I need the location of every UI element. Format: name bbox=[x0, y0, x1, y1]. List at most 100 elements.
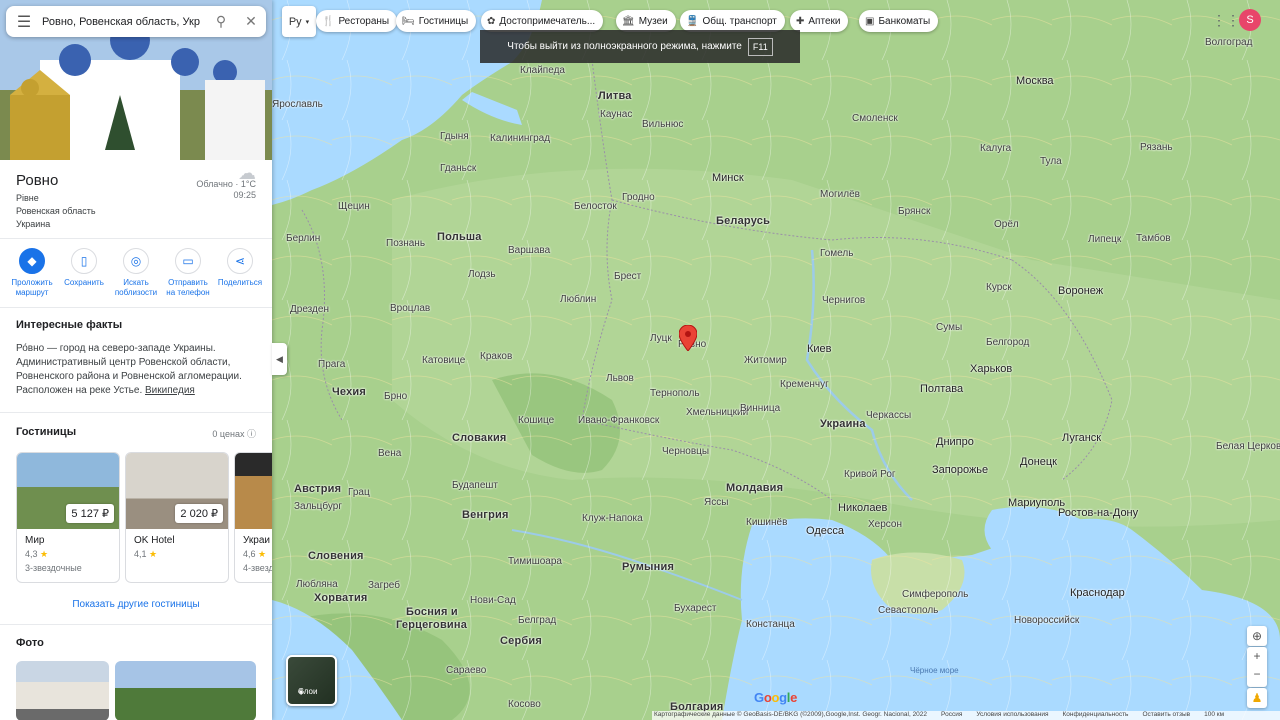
hotel-price: 5 127 ₽ bbox=[66, 504, 114, 523]
chip-museums[interactable]: 🏛 Музеи bbox=[616, 10, 676, 32]
directions-button[interactable]: ◆ Проложить маршрут bbox=[7, 248, 57, 298]
search-input[interactable]: Ровно, Ровенская область, Укр bbox=[42, 16, 206, 28]
send-to-phone-button[interactable]: ▭ Отправить на телефон bbox=[163, 248, 213, 298]
action-label: Отправить bbox=[168, 278, 208, 287]
map-footer: Картографические данные © GeoBasis-DE/BK… bbox=[652, 711, 1280, 720]
map-label-city: Бухарест bbox=[674, 603, 717, 614]
star-icon: ★ bbox=[149, 549, 158, 559]
map-label-city: Рязань bbox=[1140, 142, 1173, 153]
layers-button[interactable]: ◈ Слои bbox=[286, 655, 337, 706]
close-icon[interactable]: ✕ bbox=[236, 13, 266, 30]
map-label-sea: Чёрное море bbox=[910, 666, 959, 675]
hotel-image: 5 127 ₽ bbox=[17, 453, 119, 529]
chip-pharmacies[interactable]: ✚ Аптеки bbox=[790, 10, 849, 32]
hotel-image bbox=[235, 453, 272, 529]
more-hotels-link[interactable]: Показать другие гостиницы bbox=[0, 599, 272, 610]
chip-label: Банкоматы bbox=[878, 15, 931, 27]
map-label-city: Донецк bbox=[1020, 456, 1057, 468]
bookmark-icon: ▯ bbox=[71, 248, 97, 274]
nearby-icon: ◎ bbox=[123, 248, 149, 274]
location-pin-icon[interactable] bbox=[679, 325, 697, 351]
photos-heading: Фото bbox=[16, 637, 44, 649]
pharmacy-icon: ✚ bbox=[796, 15, 805, 27]
scale-bar[interactable]: 100 км bbox=[1204, 711, 1224, 720]
zoom-out-button[interactable]: − bbox=[1247, 665, 1267, 683]
photo-thumbnail[interactable] bbox=[115, 661, 256, 720]
map-label-city: Гродно bbox=[622, 192, 655, 203]
feedback-link[interactable]: Оставить отзыв bbox=[1142, 711, 1190, 720]
my-location-button[interactable]: ⊕ bbox=[1247, 626, 1267, 646]
map-label-city: Зальцбург bbox=[294, 501, 342, 512]
hotel-rating: 4,1 ★ bbox=[134, 549, 228, 560]
map-label-city: Гомель bbox=[820, 248, 854, 259]
photo-thumbnail[interactable] bbox=[16, 661, 109, 720]
map-label-country: Хорватия bbox=[314, 592, 368, 604]
map-label-city: Николаев bbox=[838, 502, 888, 514]
facts-text: Ро́вно — город на северо-западе Украины.… bbox=[16, 342, 261, 398]
chip-transit[interactable]: 🚆 Общ. транспорт bbox=[680, 10, 785, 32]
info-icon[interactable]: ⓘ bbox=[247, 429, 256, 439]
collapse-panel-button[interactable]: ◀ bbox=[272, 343, 287, 375]
language-label: Ру bbox=[288, 15, 302, 28]
divider bbox=[0, 624, 272, 625]
weather-widget: ☁ Облачно · 1°C 09:25 bbox=[196, 164, 256, 201]
map-label-city: Сараево bbox=[446, 665, 487, 676]
chip-attractions[interactable]: ✿ Достопримечатель... bbox=[481, 10, 604, 32]
zoom-in-button[interactable]: + bbox=[1247, 647, 1267, 665]
chip-atms[interactable]: ▣ Банкоматы bbox=[859, 10, 939, 32]
hotel-card[interactable]: Украи 4,6 ★ 4-звезд bbox=[234, 452, 272, 583]
save-button[interactable]: ▯ Сохранить bbox=[59, 248, 109, 298]
chip-label: Достопримечатель... bbox=[499, 15, 596, 27]
share-button[interactable]: ⋖ Поделиться bbox=[215, 248, 265, 298]
search-icon[interactable]: ⚲ bbox=[206, 13, 236, 30]
chip-restaurants[interactable]: 🍴 Рестораны bbox=[316, 10, 398, 32]
map-label-city: Люблин bbox=[560, 294, 597, 305]
footer-country[interactable]: Россия bbox=[941, 711, 962, 720]
chip-hotels[interactable]: 🛏 Гостиницы bbox=[396, 10, 477, 32]
map-label-city: Вена bbox=[378, 448, 402, 459]
divider bbox=[0, 238, 272, 239]
map-label-city: Тамбов bbox=[1136, 233, 1171, 244]
atm-icon: ▣ bbox=[865, 15, 875, 27]
weather-time: 09:25 bbox=[233, 190, 256, 200]
hotel-card[interactable]: 5 127 ₽ Мир 4,3 ★ 3-звездочные bbox=[16, 452, 120, 583]
action-label: Искать bbox=[123, 278, 149, 287]
map-label-country: Словения bbox=[308, 550, 364, 562]
map-label-country: Польша bbox=[437, 231, 482, 243]
map-label-city: Москва bbox=[1016, 75, 1054, 87]
hotels-heading: Гостиницы bbox=[16, 426, 77, 438]
search-box[interactable]: ☰ Ровно, Ровенская область, Укр ⚲ ✕ bbox=[6, 6, 266, 37]
language-toggle[interactable]: Ру ▾ bbox=[282, 6, 316, 37]
map-canvas[interactable]: Литва Беларусь Польша Украина Чехия Слов… bbox=[272, 0, 1280, 720]
map-label-city: Черновцы bbox=[662, 446, 710, 457]
place-title: Ровно bbox=[16, 172, 59, 189]
map-label-city: Клуж-Напока bbox=[582, 513, 643, 524]
map-label-city: Клайпеда bbox=[520, 65, 565, 76]
menu-icon[interactable]: ☰ bbox=[6, 12, 42, 32]
museum-icon: 🏛 bbox=[622, 15, 635, 27]
terms-link[interactable]: Условия использования bbox=[976, 711, 1048, 720]
nearby-button[interactable]: ◎ Искать поблизости bbox=[111, 248, 161, 298]
street-view-button[interactable]: ♟ bbox=[1247, 688, 1267, 708]
map-label-city: Ивано-Франковск bbox=[578, 415, 660, 426]
map-label-city: Тула bbox=[1040, 156, 1062, 167]
place-local-name: Рівне bbox=[16, 193, 39, 203]
map-label-city: Белгород bbox=[986, 337, 1030, 348]
hotel-card[interactable]: 2 020 ₽ OK Hotel 4,1 ★ bbox=[125, 452, 229, 583]
map-label-city: Краснодар bbox=[1070, 587, 1125, 599]
google-maps-app: Литва Беларусь Польша Украина Чехия Слов… bbox=[0, 0, 1280, 720]
map-label-city: Белград bbox=[518, 615, 557, 626]
avatar[interactable]: S bbox=[1239, 9, 1261, 31]
chip-label: Аптеки bbox=[808, 15, 841, 27]
map-label-city: Кишинёв bbox=[746, 517, 788, 528]
map-label-city: Катовице bbox=[422, 355, 466, 366]
map-label-city: Грац bbox=[348, 487, 370, 498]
map-label-city: Орёл bbox=[994, 219, 1019, 230]
wikipedia-link[interactable]: Википедия bbox=[145, 385, 195, 396]
hotels-meta[interactable]: 0 ценах ⓘ bbox=[212, 427, 256, 440]
privacy-link[interactable]: Конфиденциальность bbox=[1063, 711, 1129, 720]
map-label-city: Щецин bbox=[338, 201, 370, 212]
rating-value: 4,3 bbox=[25, 549, 38, 559]
map-label-city: Констанца bbox=[746, 619, 795, 630]
chevron-down-icon: ▾ bbox=[305, 18, 310, 26]
